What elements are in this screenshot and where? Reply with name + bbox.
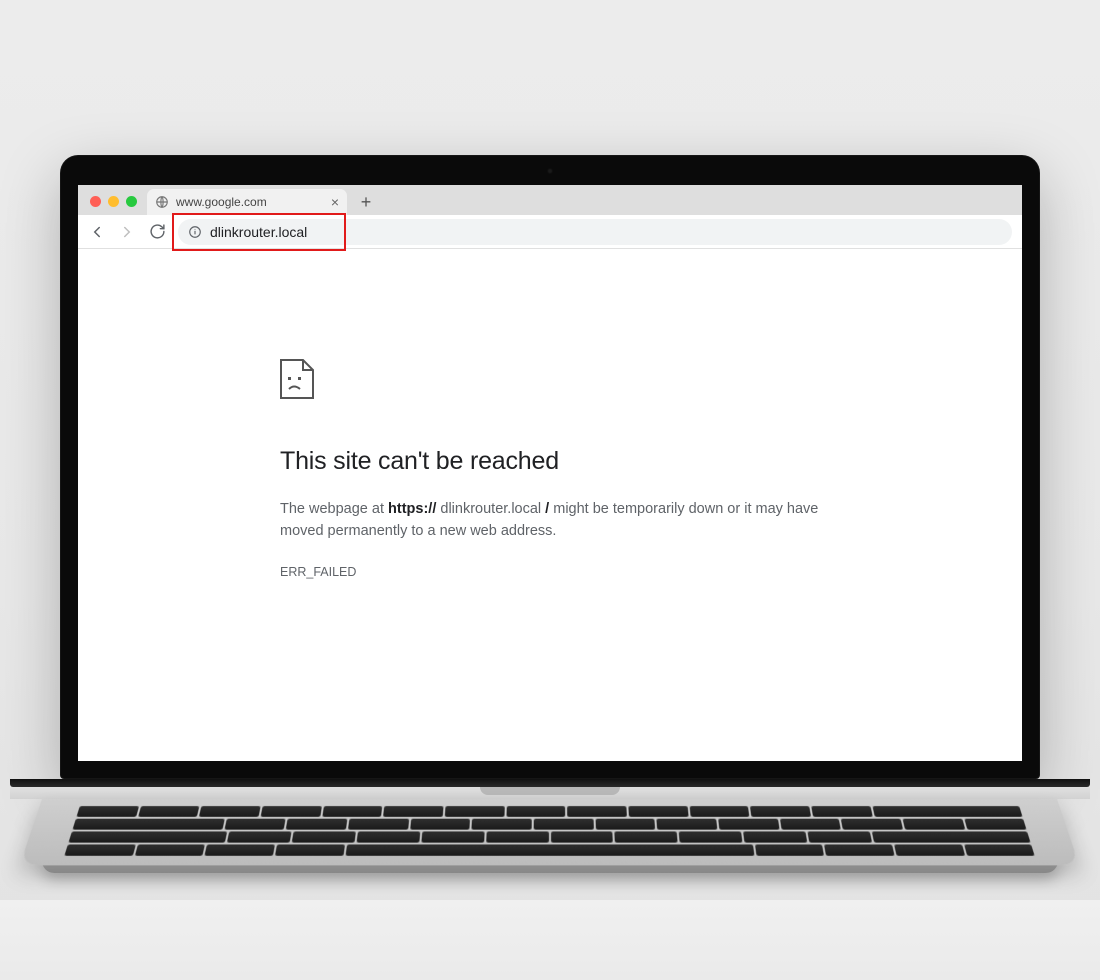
desk-surface <box>0 900 1100 980</box>
laptop-notch <box>480 787 620 795</box>
laptop-base-top <box>10 787 1090 799</box>
minimize-window-button[interactable] <box>108 196 119 207</box>
laptop-hinge <box>10 779 1090 787</box>
close-window-button[interactable] <box>90 196 101 207</box>
laptop-base <box>10 779 1090 891</box>
error-block: This site can't be reached The webpage a… <box>280 359 820 761</box>
browser-toolbar: dlinkrouter.local <box>78 215 1022 249</box>
browser-window: www.google.com × + <box>78 185 1022 761</box>
reload-button[interactable] <box>148 223 166 241</box>
laptop: www.google.com × + <box>60 155 1040 779</box>
tab-strip: www.google.com × + <box>78 185 1022 215</box>
laptop-screen-frame: www.google.com × + <box>60 155 1040 779</box>
laptop-keyboard <box>20 799 1080 865</box>
globe-icon <box>155 195 169 209</box>
error-heading: This site can't be reached <box>280 447 820 476</box>
back-button[interactable] <box>88 223 106 241</box>
tab-title: www.google.com <box>176 195 324 209</box>
window-controls <box>90 196 137 207</box>
address-url: dlinkrouter.local <box>210 224 307 240</box>
error-code: ERR_FAILED <box>280 565 820 579</box>
forward-button[interactable] <box>118 223 136 241</box>
page-content: This site can't be reached The webpage a… <box>78 249 1022 761</box>
close-tab-button[interactable]: × <box>331 195 339 209</box>
camera-dot <box>547 168 553 174</box>
error-desc-prefix: The webpage at <box>280 501 388 517</box>
browser-tab[interactable]: www.google.com × <box>147 189 347 215</box>
sad-page-icon <box>280 359 314 399</box>
error-desc-slash: / <box>541 501 553 517</box>
error-desc-scheme: https:// <box>388 501 436 517</box>
site-info-icon[interactable] <box>188 225 202 239</box>
maximize-window-button[interactable] <box>126 196 137 207</box>
error-description: The webpage at https:// dlinkrouter.loca… <box>280 498 820 543</box>
address-bar[interactable]: dlinkrouter.local <box>178 219 1012 245</box>
error-desc-host: dlinkrouter.local <box>440 501 541 517</box>
new-tab-button[interactable]: + <box>353 189 379 215</box>
